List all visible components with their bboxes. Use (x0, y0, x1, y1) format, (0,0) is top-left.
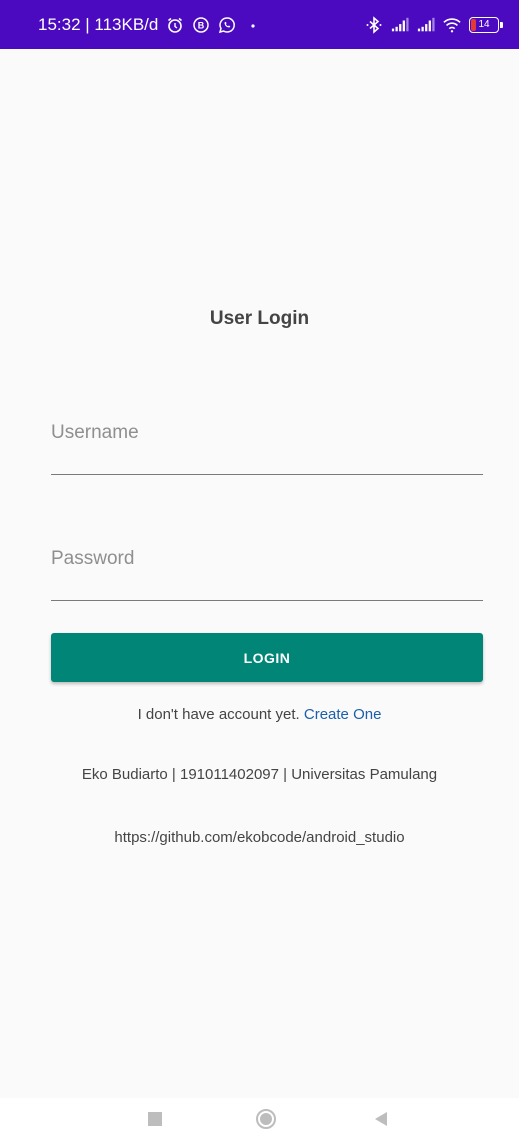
dot-icon (244, 16, 262, 34)
battery-icon: 14 (469, 16, 503, 33)
create-account-link[interactable]: Create One (304, 706, 382, 723)
whatsapp-icon (218, 16, 236, 34)
alarm-icon (166, 16, 184, 34)
login-button[interactable]: LOGIN (51, 633, 483, 682)
username-field (51, 410, 483, 475)
recents-icon[interactable] (146, 1110, 164, 1128)
credit-text: Eko Budiarto | 191011402097 | Universita… (81, 766, 438, 783)
back-icon[interactable] (372, 1110, 390, 1128)
signup-prompt: I don't have account yet. (137, 706, 300, 723)
username-input[interactable] (51, 422, 483, 444)
home-icon[interactable] (255, 1108, 277, 1130)
page-title: User Login (209, 308, 310, 329)
battery-level: 14 (478, 18, 490, 30)
status-bar: 15:32 | 113KB/d B 14 (0, 0, 519, 49)
wifi-icon (443, 16, 461, 34)
navigation-bar (0, 1098, 519, 1139)
signal-icon (391, 16, 409, 34)
status-time: 15:32 | 113KB/d (38, 14, 159, 34)
password-input[interactable] (51, 548, 483, 570)
status-right: 14 (365, 15, 503, 34)
b-circle-icon: B (192, 16, 210, 34)
svg-text:B: B (198, 20, 205, 30)
signup-line: I don't have account yet. Create One (0, 706, 519, 723)
signal-icon (417, 16, 435, 34)
bluetooth-icon (365, 15, 383, 34)
password-field (51, 536, 483, 601)
status-left: 15:32 | 113KB/d B (38, 15, 262, 35)
repo-url: https://github.com/ekobcode/android_stud… (114, 829, 405, 846)
